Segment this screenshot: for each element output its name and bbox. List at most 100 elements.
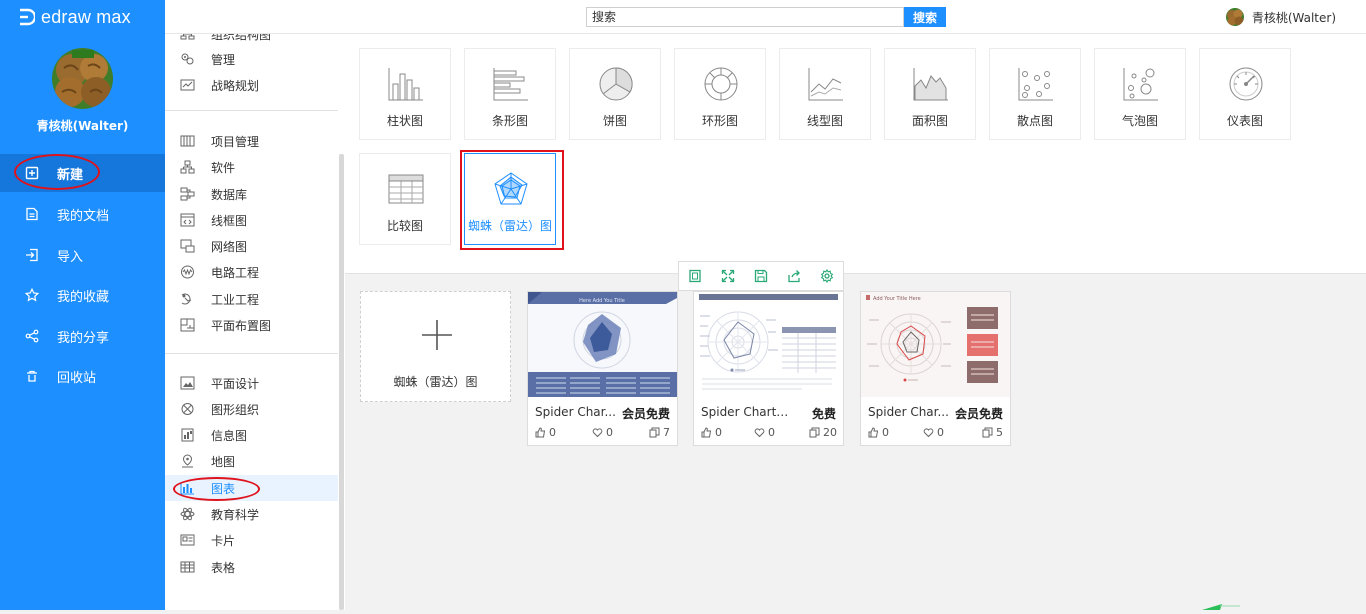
category-infographic[interactable]: 信息图: [165, 422, 338, 448]
category-map[interactable]: 地图: [165, 448, 338, 474]
category-floorplan[interactable]: 平面布置图: [165, 312, 338, 338]
like-stat[interactable]: 0: [535, 426, 556, 439]
blank-template-card[interactable]: 蜘蛛（雷达）图: [360, 291, 511, 402]
sidebar-item-label: 导入: [57, 249, 84, 265]
circuit-icon: [180, 265, 195, 279]
category-strategy[interactable]: 战略规划: [165, 72, 338, 98]
template-settings-button[interactable]: [810, 262, 843, 290]
heart-icon: [754, 428, 765, 438]
favorite-stat[interactable]: 0: [592, 426, 613, 439]
chart-type-label: 气泡图: [1121, 114, 1158, 128]
template-thumbnail: [694, 292, 843, 397]
preview-button[interactable]: [712, 262, 745, 290]
top-avatar: [1225, 8, 1244, 26]
heart-icon: [592, 428, 603, 438]
category-project[interactable]: 项目管理: [165, 128, 338, 154]
category-card[interactable]: 卡片: [165, 527, 338, 553]
use-template-button[interactable]: [679, 262, 712, 290]
sidebar-item-shares[interactable]: 我的分享: [0, 317, 165, 355]
copy-stat[interactable]: 7: [649, 426, 670, 439]
sidebar-item-trash[interactable]: 回收站: [0, 357, 165, 395]
sidebar-item-import[interactable]: 导入: [0, 236, 165, 274]
category-label: 软件: [211, 160, 236, 175]
strategy-icon: [180, 78, 195, 92]
template-title: Spider Chart - Bl...: [701, 405, 789, 419]
column-chart-icon: [387, 66, 425, 102]
area-chart-icon: [912, 66, 950, 102]
chart-type-bubble[interactable]: 气泡图: [1094, 48, 1186, 140]
comparison-chart-icon: [387, 171, 425, 207]
search-input[interactable]: [586, 7, 904, 27]
chart-type-label: 仪表图: [1226, 114, 1263, 128]
chart-type-donut[interactable]: 环形图: [674, 48, 766, 140]
project-icon: [180, 134, 195, 148]
chart-type-line[interactable]: 线型图: [779, 48, 871, 140]
favorite-stat[interactable]: 0: [754, 426, 775, 439]
copy-count: 7: [663, 426, 670, 439]
template-hover-toolbar: [678, 261, 844, 291]
category-label: 平面设计: [211, 376, 260, 391]
category-label: 电路工程: [211, 265, 260, 280]
like-stat[interactable]: 0: [868, 426, 889, 439]
edraw-logo-icon: [17, 8, 37, 26]
category-graphic-design[interactable]: 平面设计: [165, 370, 338, 396]
template-card[interactable]: Spider Chart - Bl... 免费 0 0 20: [693, 291, 844, 446]
chart-type-bar[interactable]: 条形图: [464, 48, 556, 140]
save-template-button[interactable]: [745, 262, 778, 290]
copy-stat[interactable]: 5: [982, 426, 1003, 439]
pie-chart-icon: [597, 66, 635, 102]
spider-highlight-box: [460, 150, 564, 250]
template-card[interactable]: Here Add You Title Spider Char... 会员免费 0…: [527, 291, 678, 446]
app-name: edraw max: [41, 6, 131, 27]
chart-type-pie[interactable]: 饼图: [569, 48, 661, 140]
sidebar-user-name: 青核桃(Walter): [36, 119, 129, 133]
scatter-chart-icon: [1017, 66, 1055, 102]
like-stat[interactable]: 0: [701, 426, 722, 439]
category-label: 表格: [211, 560, 236, 575]
chart-type-comparison[interactable]: 比较图: [359, 153, 451, 245]
sidebar-item-label: 我的收藏: [57, 289, 110, 305]
like-count: 0: [549, 426, 556, 439]
sidebar-item-my-documents[interactable]: 我的文档: [0, 195, 165, 233]
sidebar-item-label: 我的分享: [57, 330, 110, 346]
category-software[interactable]: 软件: [165, 154, 338, 180]
save-icon: [754, 269, 768, 283]
wireframe-icon: [180, 213, 195, 227]
share-icon: [788, 270, 800, 283]
category-science[interactable]: 教育科学: [165, 501, 338, 527]
thumbs-up-icon: [535, 427, 546, 438]
category-database[interactable]: 数据库: [165, 181, 338, 207]
category-industrial[interactable]: 工业工程: [165, 286, 338, 312]
copy-stat[interactable]: 20: [809, 426, 837, 439]
category-panel: 组织结构图 管理 战略规划 项目管理 软件 数据库 线框图 网络图 电路工程 工…: [165, 34, 345, 610]
category-circuit[interactable]: 电路工程: [165, 259, 338, 285]
chart-type-label: 饼图: [602, 114, 627, 128]
category-table[interactable]: 表格: [165, 554, 338, 580]
category-scrollbar[interactable]: [339, 154, 344, 610]
favorite-stat[interactable]: 0: [923, 426, 944, 439]
top-user-menu[interactable]: 青核桃(Walter): [1225, 8, 1336, 26]
search-button[interactable]: 搜索: [904, 7, 946, 27]
category-network[interactable]: 网络图: [165, 233, 338, 259]
chart-type-label: 散点图: [1016, 114, 1053, 128]
like-count: 0: [882, 426, 889, 439]
category-graphic-organizer[interactable]: 图形组织: [165, 396, 338, 422]
template-title: Spider Char...: [868, 405, 949, 419]
chart-type-scatter[interactable]: 散点图: [989, 48, 1081, 140]
app-logo[interactable]: edraw max: [17, 6, 131, 28]
category-wireframe[interactable]: 线框图: [165, 207, 338, 233]
sidebar-item-favorites[interactable]: 我的收藏: [0, 276, 165, 314]
template-title: Spider Char...: [535, 405, 616, 419]
new-highlight-ellipse: [14, 154, 100, 190]
category-label: 图形组织: [211, 402, 260, 417]
avatar[interactable]: [52, 48, 113, 109]
template-card[interactable]: Add Your Title Here Spider Char... 会员免费 …: [860, 291, 1011, 446]
chart-type-gauge[interactable]: 仪表图: [1199, 48, 1291, 140]
category-management[interactable]: 管理: [165, 46, 338, 72]
chart-type-column[interactable]: 柱状图: [359, 48, 451, 140]
favorite-count: 0: [606, 426, 613, 439]
chart-type-area[interactable]: 面积图: [884, 48, 976, 140]
share-template-button[interactable]: [777, 262, 810, 290]
thumb-title: Add Your Title Here: [873, 296, 921, 302]
copy-icon: [809, 427, 820, 438]
